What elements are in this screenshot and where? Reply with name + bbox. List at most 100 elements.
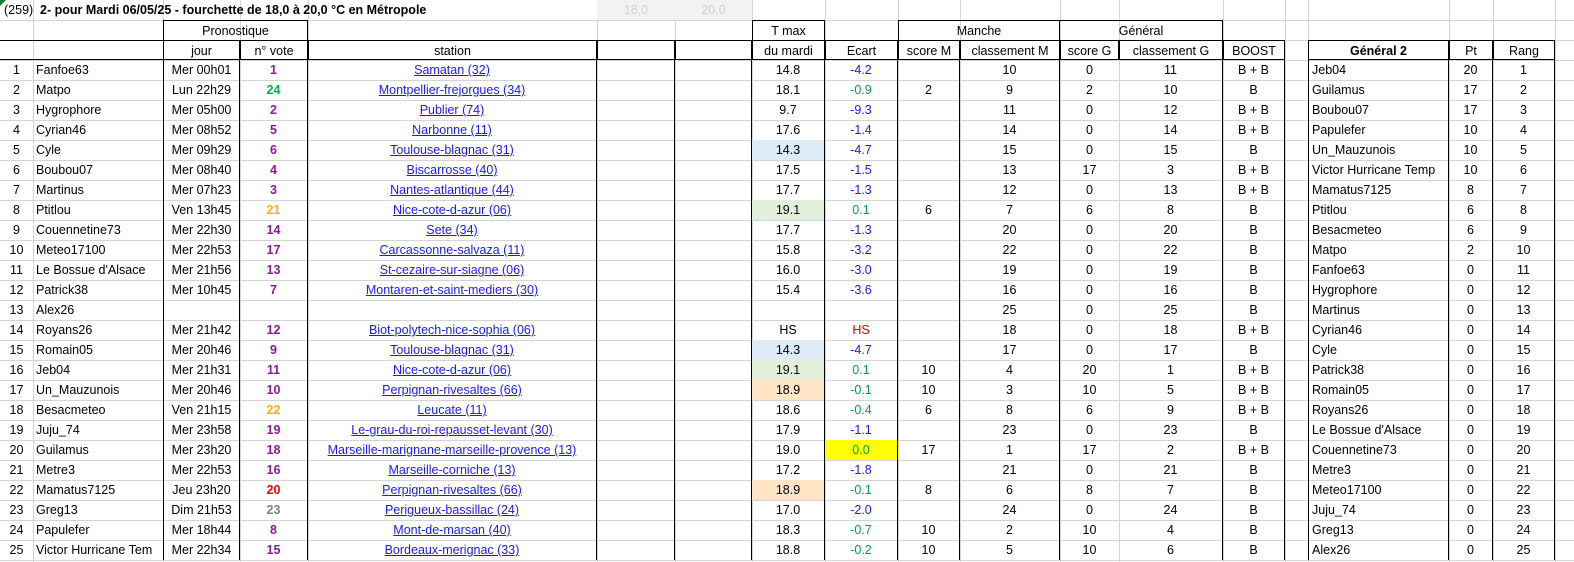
score-g-value[interactable]: 0 [1060,240,1119,260]
general2-pt[interactable]: 0 [1449,540,1493,560]
general2-name[interactable]: Greg13 [1308,520,1449,540]
vote-number[interactable]: 2 [240,100,308,120]
vote-number[interactable]: 5 [240,120,308,140]
classement-m-value[interactable]: 15 [960,140,1060,160]
station-link[interactable]: Toulouse-blagnac (31) [308,340,597,360]
general2-rang[interactable]: 21 [1493,460,1555,480]
classement-m-value[interactable]: 2 [960,520,1060,540]
classement-m-value[interactable]: 1 [960,440,1060,460]
ecart-value[interactable]: -3.2 [825,240,898,260]
participant-name[interactable]: Patrick38 [33,280,163,300]
boost-value[interactable]: B [1223,520,1285,540]
station-link[interactable] [308,300,597,320]
boost-value[interactable]: B [1223,260,1285,280]
participant-name[interactable]: Alex26 [33,300,163,320]
general2-rang[interactable]: 24 [1493,520,1555,540]
general2-name[interactable]: Meteo17100 [1308,480,1449,500]
tmax-value[interactable]: 17.6 [752,120,825,140]
participant-name[interactable]: Hygrophore [33,100,163,120]
vote-day-time[interactable]: Mer 07h23 [163,180,240,200]
score-g-value[interactable]: 6 [1060,400,1119,420]
station-link[interactable]: Biot-polytech-nice-sophia (06) [308,320,597,340]
tmax-value[interactable]: 18.9 [752,380,825,400]
general2-pt[interactable]: 0 [1449,380,1493,400]
boost-value[interactable]: B [1223,140,1285,160]
general2-rang[interactable]: 15 [1493,340,1555,360]
score-g-value[interactable]: 10 [1060,380,1119,400]
general2-name[interactable]: Cyle [1308,340,1449,360]
vote-day-time[interactable]: Dim 21h53 [163,500,240,520]
vote-number[interactable] [240,300,308,320]
boost-value[interactable]: B + B [1223,160,1285,180]
classement-m-value[interactable]: 25 [960,300,1060,320]
ecart-value[interactable]: -3.0 [825,260,898,280]
station-link[interactable]: Marseille-marignane-marseille-provence (… [308,440,597,460]
score-g-value[interactable]: 0 [1060,60,1119,80]
classement-m-value[interactable]: 11 [960,100,1060,120]
score-g-value[interactable]: 20 [1060,360,1119,380]
vote-number[interactable]: 1 [240,60,308,80]
tmax-value[interactable]: 17.5 [752,160,825,180]
score-g-value[interactable]: 0 [1060,420,1119,440]
participant-name[interactable]: Ptitlou [33,200,163,220]
score-g-value[interactable]: 2 [1060,80,1119,100]
participant-name[interactable]: Boubou07 [33,160,163,180]
general2-name[interactable]: Guilamus [1308,80,1449,100]
score-g-value[interactable]: 17 [1060,160,1119,180]
ecart-value[interactable]: -1.8 [825,460,898,480]
score-m-value[interactable]: 6 [898,200,960,220]
general2-pt[interactable]: 2 [1449,240,1493,260]
score-m-value[interactable] [898,140,960,160]
score-m-value[interactable] [898,100,960,120]
vote-number[interactable]: 20 [240,480,308,500]
general2-name[interactable]: Un_Mauzunois [1308,140,1449,160]
score-g-value[interactable]: 0 [1060,220,1119,240]
participant-name[interactable]: Cyrian46 [33,120,163,140]
general2-pt[interactable]: 0 [1449,300,1493,320]
ecart-value[interactable]: -3.6 [825,280,898,300]
boost-value[interactable]: B [1223,340,1285,360]
general2-rang[interactable]: 14 [1493,320,1555,340]
station-link[interactable]: Leucate (11) [308,400,597,420]
station-link[interactable]: Narbonne (11) [308,120,597,140]
score-m-value[interactable]: 8 [898,480,960,500]
vote-number[interactable]: 4 [240,160,308,180]
classement-g-value[interactable]: 6 [1119,540,1223,560]
vote-day-time[interactable]: Mer 08h52 [163,120,240,140]
classement-g-value[interactable]: 16 [1119,280,1223,300]
score-g-value[interactable]: 10 [1060,540,1119,560]
vote-day-time[interactable]: Mer 21h31 [163,360,240,380]
general2-rang[interactable]: 20 [1493,440,1555,460]
boost-value[interactable]: B + B [1223,440,1285,460]
general2-rang[interactable]: 8 [1493,200,1555,220]
boost-value[interactable]: B + B [1223,60,1285,80]
boost-value[interactable]: B [1223,500,1285,520]
score-m-value[interactable]: 10 [898,380,960,400]
vote-number[interactable]: 18 [240,440,308,460]
general2-pt[interactable]: 10 [1449,140,1493,160]
score-m-value[interactable]: 2 [898,80,960,100]
ecart-value[interactable]: -1.3 [825,220,898,240]
station-link[interactable]: Montpellier-frejorgues (34) [308,80,597,100]
general2-name[interactable]: Fanfoe63 [1308,260,1449,280]
tmax-value[interactable]: 19.1 [752,200,825,220]
classement-m-value[interactable]: 18 [960,320,1060,340]
vote-day-time[interactable]: Jeu 23h20 [163,480,240,500]
general2-rang[interactable]: 4 [1493,120,1555,140]
general2-pt[interactable]: 0 [1449,460,1493,480]
general2-name[interactable]: Couennetine73 [1308,440,1449,460]
boost-value[interactable]: B + B [1223,360,1285,380]
participant-name[interactable]: Juju_74 [33,420,163,440]
tmax-value[interactable]: 17.7 [752,180,825,200]
general2-pt[interactable]: 8 [1449,180,1493,200]
score-m-value[interactable] [898,260,960,280]
participant-name[interactable]: Couennetine73 [33,220,163,240]
station-link[interactable]: Mont-de-marsan (40) [308,520,597,540]
vote-day-time[interactable]: Mer 05h00 [163,100,240,120]
classement-m-value[interactable]: 23 [960,420,1060,440]
station-link[interactable]: Nice-cote-d-azur (06) [308,360,597,380]
tmax-value[interactable] [752,300,825,320]
score-m-value[interactable]: 10 [898,520,960,540]
general2-pt[interactable]: 0 [1449,420,1493,440]
tmax-value[interactable]: 18.8 [752,540,825,560]
